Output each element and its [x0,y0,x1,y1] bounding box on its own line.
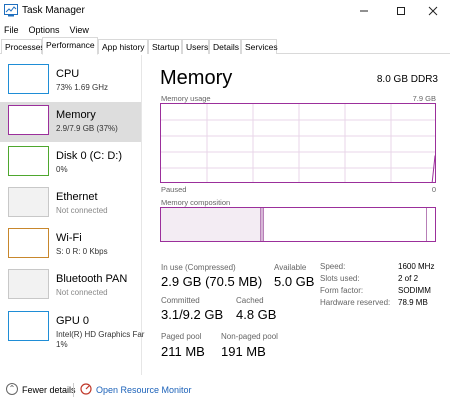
available-label: Available [274,263,307,272]
memory-usage-max: 7.9 GB [412,94,436,103]
non-paged-pool-label: Non-paged pool [221,332,278,341]
tab-app-history[interactable]: App history [98,39,148,54]
minimize-button[interactable] [347,0,381,22]
sidebar-item-disk[interactable]: Disk 0 (C: D:) 0% [0,143,141,183]
menu-file[interactable]: File [4,25,19,35]
graph-zero-label: 0 [431,185,436,194]
paged-pool-label: Paged pool [161,332,202,341]
paused-label: Paused [161,185,187,194]
window-title: Task Manager [22,5,85,16]
resource-monitor-icon [80,383,92,395]
composition-standby [426,208,427,241]
tab-users[interactable]: Users [182,39,209,54]
footer-divider [73,383,74,397]
sidebar-item-label: Disk 0 (C: D:) [56,150,122,162]
hardware-reserved-value: 78.9 MB [398,298,428,307]
memory-usage-grid [161,104,435,182]
task-manager-icon [4,4,18,17]
composition-modified [261,208,264,241]
slots-label: Slots used: [320,274,360,283]
hardware-reserved-label: Hardware reserved: [320,298,391,307]
non-paged-pool-value: 191 MB [221,344,266,359]
available-value: 5.0 GB [274,274,315,289]
sidebar-item-value: 0% [56,165,68,174]
form-factor-value: SODIMM [398,286,431,295]
sidebar-item-cpu[interactable]: CPU 73% 1.69 GHz [0,61,141,101]
gpu-thumbnail [8,311,49,341]
memory-usage-label: Memory usage [161,94,211,103]
menu-view[interactable]: View [70,25,89,35]
sidebar-item-value: 2.9/7.9 GB (37%) [56,124,118,133]
sidebar-item-value: Intel(R) HD Graphics Far [56,330,145,339]
memory-total: 8.0 GB DDR3 [376,74,438,85]
menu-options[interactable]: Options [29,25,60,35]
sidebar-item-bluetooth[interactable]: Bluetooth PAN Not connected [0,266,141,306]
page-title: Memory [160,67,233,89]
committed-label: Committed [161,296,200,305]
cpu-thumbnail [8,64,49,94]
cached-label: Cached [236,296,264,305]
sidebar-item-label: CPU [56,68,80,80]
in-use-label: In use (Compressed) [161,263,236,272]
slots-value: 2 of 2 [398,274,419,283]
speed-label: Speed: [320,262,346,271]
menu-bar: File Options View [0,22,450,37]
sidebar-item-label: GPU 0 [56,315,90,327]
tab-performance[interactable]: Performance [42,37,98,55]
minimize-icon [360,10,368,12]
cached-value: 4.8 GB [236,307,277,322]
tab-startup[interactable]: Startup [148,39,182,54]
maximize-button[interactable] [384,0,418,22]
memory-panel: Memory 8.0 GB DDR3 Memory usage 7.9 GB P… [143,55,450,375]
fewer-details-button[interactable]: Fewer details [22,385,76,395]
sidebar-item-value: 73% 1.69 GHz [56,83,109,92]
tab-processes[interactable]: Processes [1,39,45,54]
composition-in-use [161,208,261,241]
sidebar-item-value: Not connected [56,288,108,297]
paged-pool-value: 211 MB [161,344,205,359]
open-resource-monitor-link[interactable]: Open Resource Monitor [96,385,192,395]
sidebar-item-label: Wi-Fi [56,232,82,244]
memory-composition-label: Memory composition [161,198,231,207]
memory-usage-graph [160,103,436,183]
sidebar-item-gpu[interactable]: GPU 0 Intel(R) HD Graphics Far 1% [0,308,145,354]
disk-thumbnail [8,146,49,176]
form-factor-label: Form factor: [320,286,364,295]
bluetooth-thumbnail [8,269,49,299]
chevron-up-icon[interactable]: ⌃ [6,383,18,395]
title-bar: Task Manager [0,0,450,22]
committed-value: 3.1/9.2 GB [161,307,224,322]
memory-composition-bar[interactable] [160,207,436,242]
sidebar-item-value: Not connected [56,206,108,215]
sidebar-item-value: S: 0 R: 0 Kbps [56,247,108,256]
footer: ⌃ Fewer details Open Resource Monitor [0,377,450,406]
tab-bar: Processes Performance App history Startu… [0,37,450,55]
wifi-thumbnail [8,228,49,258]
sidebar-item-label: Bluetooth PAN [56,273,128,285]
sidebar-item-label: Ethernet [56,191,98,203]
in-use-value: 2.9 GB (70.5 MB) [161,274,263,289]
sidebar-item-label: Memory [56,109,96,121]
ethernet-thumbnail [8,187,49,217]
close-icon [428,6,438,16]
sidebar-item-memory[interactable]: Memory 2.9/7.9 GB (37%) [0,102,141,142]
resource-sidebar: CPU 73% 1.69 GHz Memory 2.9/7.9 GB (37%)… [0,55,145,375]
maximize-icon [397,7,405,15]
speed-value: 1600 MHz [398,262,435,271]
sidebar-item-value-2: 1% [56,340,68,349]
sidebar-item-wifi[interactable]: Wi-Fi S: 0 R: 0 Kbps [0,225,141,265]
sidebar-item-ethernet[interactable]: Ethernet Not connected [0,184,141,224]
close-button[interactable] [416,0,450,22]
tab-services[interactable]: Services [241,39,278,54]
memory-thumbnail [8,105,49,135]
tab-details[interactable]: Details [209,39,241,54]
